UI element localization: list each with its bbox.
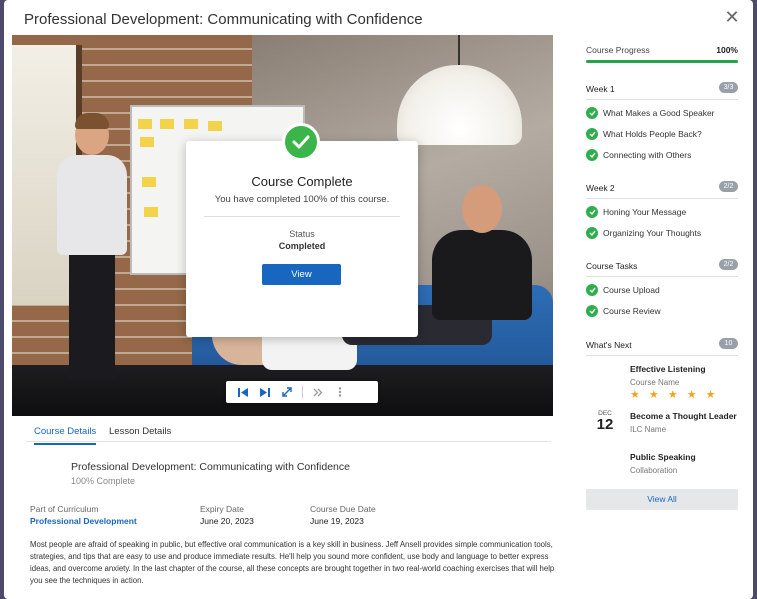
due-label: Course Due Date — [310, 504, 376, 514]
section-badge: 10 — [719, 338, 738, 349]
section-badge: 2/2 — [719, 181, 738, 192]
section-badge: 2/2 — [719, 259, 738, 270]
video-player[interactable]: Course Complete You have completed 100% … — [12, 35, 553, 416]
section-whats-next[interactable]: What's Next 10 — [586, 338, 738, 356]
fullscreen-icon[interactable] — [276, 381, 298, 403]
check-circle-icon — [586, 206, 598, 218]
modal-title: Professional Development: Communicating … — [24, 11, 423, 28]
skip-back-icon[interactable] — [232, 381, 254, 403]
rating-stars: ★ ★ ★ ★ ★ — [630, 389, 719, 401]
more-icon[interactable] — [329, 381, 351, 403]
card-title: Course Complete — [251, 174, 353, 189]
view-button[interactable]: View — [262, 264, 341, 285]
forward-icon[interactable] — [307, 381, 329, 403]
date-day: 12 — [596, 416, 614, 433]
status-value: Completed — [278, 241, 326, 251]
check-circle-icon — [282, 123, 320, 161]
check-circle-icon — [586, 227, 598, 239]
course-title: Professional Development: Communicating … — [71, 461, 350, 473]
lesson-label: What Holds People Back? — [603, 129, 702, 139]
curriculum-link[interactable]: Professional Development — [30, 516, 137, 526]
next-item-subtitle: Collaboration — [630, 466, 678, 475]
card-subtitle: You have completed 100% of this course. — [214, 194, 390, 205]
expiry-label: Expiry Date — [200, 504, 244, 514]
lesson-item[interactable]: Honing Your Message — [586, 206, 738, 220]
section-title: Course Tasks — [586, 261, 638, 271]
lesson-label: What Makes a Good Speaker — [603, 108, 715, 118]
section-title: What's Next — [586, 340, 632, 350]
expiry-value: June 20, 2023 — [200, 516, 254, 526]
course-description: Most people are afraid of speaking in pu… — [30, 540, 555, 585]
play-next-icon[interactable] — [254, 381, 276, 403]
section-title: Week 1 — [586, 84, 615, 94]
progress-value: 100% — [716, 45, 738, 55]
task-label: Course Review — [603, 306, 661, 316]
next-item-subtitle: Course Name — [630, 378, 680, 387]
check-circle-icon — [586, 284, 598, 296]
section-badge: 3/3 — [719, 82, 738, 93]
lesson-item[interactable]: What Holds People Back? — [586, 128, 738, 142]
section-course-tasks[interactable]: Course Tasks 2/2 — [586, 259, 738, 277]
check-circle-icon — [586, 305, 598, 317]
next-item-title[interactable]: Public Speaking — [630, 452, 696, 462]
course-modal: Professional Development: Communicating … — [4, 0, 753, 599]
section-week-1[interactable]: Week 1 3/3 — [586, 82, 738, 100]
date-badge: DEC 12 — [592, 410, 618, 433]
next-item-subtitle: ILC Name — [630, 425, 667, 434]
lesson-item[interactable]: What Makes a Good Speaker — [586, 107, 738, 121]
lesson-label: Connecting with Others — [603, 150, 692, 160]
section-title: Week 2 — [586, 183, 615, 193]
player-controls — [226, 381, 378, 403]
progress-fill — [586, 60, 738, 63]
due-value: June 19, 2023 — [310, 516, 364, 526]
check-circle-icon — [586, 107, 598, 119]
close-icon[interactable]: ✕ — [721, 6, 743, 28]
lesson-label: Honing Your Message — [603, 207, 687, 217]
course-completion: 100% Complete — [71, 476, 136, 486]
lesson-label: Organizing Your Thoughts — [603, 228, 702, 238]
lesson-item[interactable]: Connecting with Others — [586, 149, 738, 163]
progress-bar — [586, 60, 738, 63]
status-label: Status — [289, 229, 315, 239]
next-item-title[interactable]: Effective Listening — [630, 364, 706, 374]
card-divider — [204, 216, 400, 217]
task-label: Course Upload — [603, 285, 660, 295]
section-week-2[interactable]: Week 2 2/2 — [586, 181, 738, 199]
task-item[interactable]: Course Upload — [586, 284, 738, 298]
view-all-button[interactable]: View All — [586, 489, 738, 510]
next-item-title[interactable]: Become a Thought Leader — [630, 411, 737, 421]
progress-row: Course Progress 100% — [586, 45, 738, 55]
task-item[interactable]: Course Review — [586, 305, 738, 319]
curriculum-label: Part of Curriculum — [30, 504, 99, 514]
check-circle-icon — [586, 128, 598, 140]
tab-course-details[interactable]: Course Details — [34, 426, 97, 445]
lesson-item[interactable]: Organizing Your Thoughts — [586, 227, 738, 241]
course-complete-card: Course Complete You have completed 100% … — [186, 123, 418, 337]
progress-label: Course Progress — [586, 45, 650, 55]
check-circle-icon — [586, 149, 598, 161]
details-tabs: Course Details Lesson Details — [26, 422, 551, 445]
tab-lesson-details[interactable]: Lesson Details — [109, 426, 171, 443]
